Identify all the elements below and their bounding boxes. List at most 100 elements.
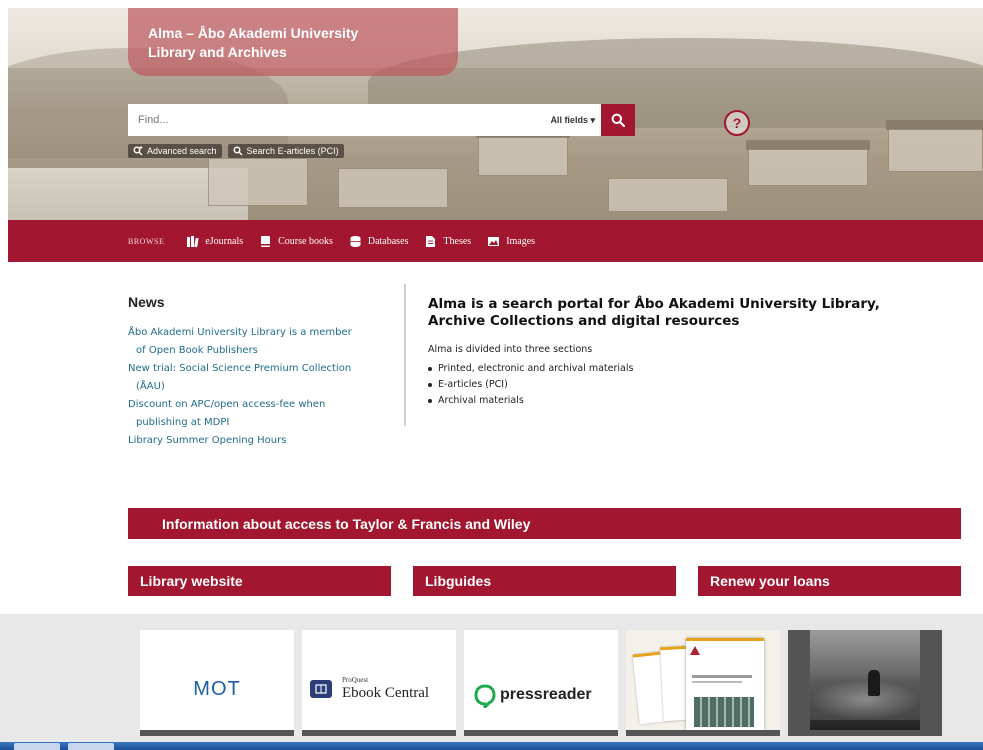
- list-item-text: E-articles (PCI): [438, 379, 508, 390]
- search-button[interactable]: [601, 104, 635, 136]
- hero-banner: Alma – Åbo Akademi University Library an…: [8, 8, 983, 262]
- renew-loans-label: Renew your loans: [710, 573, 830, 589]
- news-item-line: New trial: Social Science Premium Collec…: [128, 363, 352, 374]
- browse-item-label: Databases: [367, 235, 409, 247]
- advanced-search-icon: [133, 146, 143, 156]
- bullet-icon: [428, 399, 432, 403]
- earticles-search-link[interactable]: Search E-articles (PCI): [227, 144, 344, 158]
- page: Alma – Åbo Akademi University Library an…: [0, 0, 983, 750]
- pressreader-tile[interactable]: pressreader: [464, 630, 618, 736]
- guide-document-image: [686, 638, 764, 730]
- guides-tile[interactable]: [626, 630, 780, 736]
- browse-label: BROWSE: [128, 236, 165, 246]
- advanced-search-link[interactable]: Advanced search: [128, 144, 222, 158]
- mot-logo-text: MOT: [193, 678, 241, 700]
- news-item-line: of Open Book Publishers: [136, 345, 258, 356]
- browse-item-label: eJournals: [205, 235, 244, 247]
- tile-footer: [788, 730, 942, 736]
- info-banner-label: Information about access to Taylor & Fra…: [162, 515, 531, 532]
- about-section: Alma is a search portal for Åbo Akademi …: [428, 296, 948, 409]
- news-item[interactable]: Library Summer Opening Hours: [128, 432, 388, 450]
- chevron-down-icon: ▾: [590, 114, 595, 125]
- news-item[interactable]: New trial: Social Science Premium Collec…: [128, 360, 388, 396]
- browse-item-databases[interactable]: Databases: [349, 235, 409, 248]
- taskbar-button[interactable]: [68, 743, 114, 750]
- list-item: Printed, electronic and archival materia…: [428, 361, 948, 377]
- field-select[interactable]: All fields ▾: [544, 115, 601, 126]
- advanced-search-label: Advanced search: [147, 146, 217, 156]
- news-section: News Åbo Akademi University Library is a…: [128, 294, 388, 450]
- browse-item-ejournals[interactable]: eJournals: [186, 235, 243, 248]
- search-icon: [611, 113, 625, 127]
- hero-building: [608, 178, 728, 212]
- text-line: [692, 675, 752, 678]
- photo-figure: [868, 670, 880, 696]
- bullet-icon: [428, 367, 432, 371]
- browse-item-label: Images: [506, 235, 536, 247]
- pressreader-icon: [474, 684, 496, 708]
- hero-building: [338, 168, 448, 208]
- list-item: E-articles (PCI): [428, 377, 948, 393]
- site-title-line2: Library and Archives: [148, 44, 287, 60]
- browse-bar: BROWSE eJournals Course books Databases: [8, 220, 983, 262]
- tile-footer: [140, 730, 294, 736]
- about-heading: Alma is a search portal for Åbo Akademi …: [428, 296, 948, 330]
- list-item-text: Archival materials: [438, 395, 524, 406]
- image-icon: [488, 236, 500, 246]
- hero-roof: [886, 120, 983, 130]
- news-item-line: Discount on APC/open access-fee when: [128, 399, 326, 410]
- browse-item-images[interactable]: Images: [487, 235, 535, 248]
- field-select-value: All fields: [550, 114, 588, 125]
- info-banner-button[interactable]: Information about access to Taylor & Fra…: [128, 508, 961, 539]
- browse-item-label: Course books: [278, 235, 333, 247]
- photo-thumbnail: [694, 697, 754, 727]
- resource-logos-strip: MOT ProQuest Ebook Central pressreader: [0, 614, 983, 750]
- photo-water: [810, 680, 920, 720]
- list-item-text: Printed, electronic and archival materia…: [438, 363, 634, 374]
- about-heading-line: Alma is a search portal for Åbo Akademi …: [428, 296, 880, 312]
- renew-loans-button[interactable]: Renew your loans: [698, 566, 961, 596]
- library-website-button[interactable]: Library website: [128, 566, 391, 596]
- browse-item-theses[interactable]: Theses: [424, 235, 471, 248]
- library-website-label: Library website: [140, 573, 243, 589]
- proquest-book-icon: [310, 680, 332, 698]
- libguides-button[interactable]: Libguides: [413, 566, 676, 596]
- hero-building: [748, 148, 868, 186]
- libguides-label: Libguides: [425, 573, 492, 589]
- help-button[interactable]: ?: [724, 110, 750, 136]
- hero-building: [478, 136, 568, 176]
- browse-item-label: Theses: [443, 235, 472, 247]
- text-line: [692, 681, 742, 683]
- about-sections-list: Printed, electronic and archival materia…: [428, 361, 948, 409]
- search-links: Advanced search Search E-articles (PCI): [128, 144, 344, 158]
- hero-building: [888, 128, 983, 172]
- tile-footer: [626, 730, 780, 736]
- warning-icon: [690, 645, 700, 655]
- news-item[interactable]: Discount on APC/open access-fee when pub…: [128, 396, 388, 432]
- site-title-box[interactable]: Alma – Åbo Akademi University Library an…: [128, 8, 458, 76]
- news-item[interactable]: Åbo Akademi University Library is a memb…: [128, 324, 388, 360]
- bullet-icon: [428, 383, 432, 387]
- search-input[interactable]: [128, 104, 545, 136]
- news-heading: News: [128, 294, 165, 310]
- mot-tile[interactable]: MOT: [140, 630, 294, 736]
- photo-tile[interactable]: [788, 630, 942, 736]
- database-icon: [350, 235, 361, 247]
- news-item-line: Library Summer Opening Hours: [128, 435, 287, 446]
- section-divider: [404, 284, 406, 426]
- news-item-line: publishing at MDPI: [136, 417, 230, 428]
- list-item: Archival materials: [428, 393, 948, 409]
- pressreader-label: pressreader: [500, 686, 592, 703]
- os-taskbar: [0, 742, 983, 750]
- earticles-search-label: Search E-articles (PCI): [246, 146, 339, 156]
- browse-item-course-books[interactable]: Course books: [259, 235, 333, 248]
- hero-roof: [746, 140, 870, 150]
- site-title-line1: Alma – Åbo Akademi University: [148, 25, 359, 41]
- about-heading-line: Archive Collections and digital resource…: [428, 313, 740, 329]
- document-icon: [426, 235, 436, 247]
- news-item-line: Åbo Akademi University Library is a memb…: [128, 327, 352, 338]
- taskbar-button[interactable]: [14, 743, 60, 750]
- tile-footer: [464, 730, 618, 736]
- ebook-central-label: Ebook Central: [342, 685, 430, 701]
- ebook-central-tile[interactable]: ProQuest Ebook Central: [302, 630, 456, 736]
